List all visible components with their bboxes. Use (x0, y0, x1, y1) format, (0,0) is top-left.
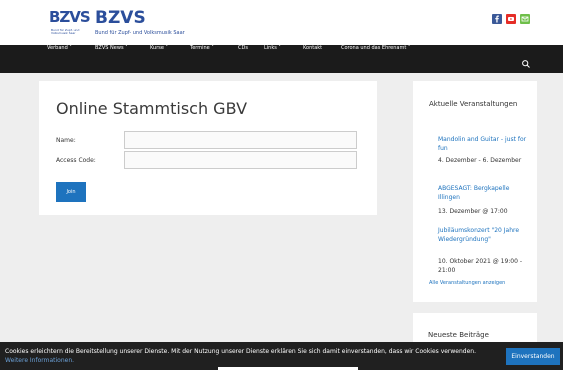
event-date: 10. Oktober 2021 @ 19:00 - 21:00 (438, 258, 522, 274)
nav-item-cds[interactable]: CDs (238, 45, 248, 73)
cookie-accept-button[interactable]: Einverstanden (506, 348, 560, 365)
cookie-message: Cookies erleichtern die Bereitstellung u… (5, 347, 495, 365)
events-widget-title: Aktuelle Veranstaltungen (429, 100, 518, 108)
nav-item-corona[interactable]: Corona und das Ehrenamt ˅ (341, 45, 410, 73)
main-navigation: Verband ˅ BZVS News ˅ Kurse ˅ Termine ˅ … (0, 45, 563, 73)
event-date: 4. Dezember - 6. Dezember (438, 157, 522, 164)
site-logo[interactable]: BZVS Bund für Zupf- und Volksmusik Saar (49, 8, 91, 38)
join-button[interactable]: Join (56, 182, 86, 202)
site-header: BZVS Bund für Zupf- und Volksmusik Saar … (0, 0, 563, 45)
name-label: Name: (56, 137, 76, 144)
nav-item-termine[interactable]: Termine ˅ (190, 45, 214, 73)
name-input[interactable] (124, 131, 357, 149)
all-events-link[interactable]: Alle Veranstaltungen anzeigen (429, 280, 505, 286)
nav-item-kurse[interactable]: Kurse ˅ (150, 45, 168, 73)
recent-posts-title: Neueste Beiträge (428, 331, 489, 339)
site-description: Bund für Zupf- und Volksmusik Saar (95, 30, 185, 36)
site-title[interactable]: BZVS (95, 8, 146, 28)
page-title: Online Stammtisch GBV (56, 99, 248, 118)
logo-subtitle: Bund für Zupf- und Volksmusik Saar (51, 28, 80, 35)
cookie-more-info-link[interactable]: Weitere Informationen. (5, 357, 74, 364)
nav-item-verband[interactable]: Verband ˅ (47, 45, 72, 73)
main-content: Online Stammtisch GBV Name: Access Code:… (39, 81, 377, 215)
event-date: 13. Dezember @ 17:00 (438, 208, 508, 215)
cookie-text: Cookies erleichtern die Bereitstellung u… (5, 348, 477, 355)
access-code-input[interactable] (124, 151, 357, 169)
youtube-icon[interactable] (506, 14, 516, 24)
facebook-icon[interactable] (492, 14, 502, 24)
event-link[interactable]: Jubiläumskonzert "20 Jahre Wiedergründun… (438, 226, 528, 244)
cookie-banner: Cookies erleichtern die Bereitstellung u… (0, 342, 563, 370)
event-link[interactable]: Mandolin and Guitar - just for fun (438, 135, 528, 153)
email-icon[interactable] (520, 14, 530, 24)
search-icon[interactable] (521, 54, 531, 68)
nav-item-kontakt[interactable]: Kontakt (303, 45, 322, 73)
nav-item-links[interactable]: Links ˅ (264, 45, 281, 73)
logo-mark: BZVS (49, 8, 91, 26)
event-link[interactable]: ABGESAGT: Bergkapelle Illingen (438, 184, 528, 202)
access-code-label: Access Code: (56, 157, 96, 164)
events-widget: Aktuelle Veranstaltungen Mandolin and Gu… (413, 81, 537, 302)
nav-item-bzvs-news[interactable]: BZVS News ˅ (95, 45, 128, 73)
